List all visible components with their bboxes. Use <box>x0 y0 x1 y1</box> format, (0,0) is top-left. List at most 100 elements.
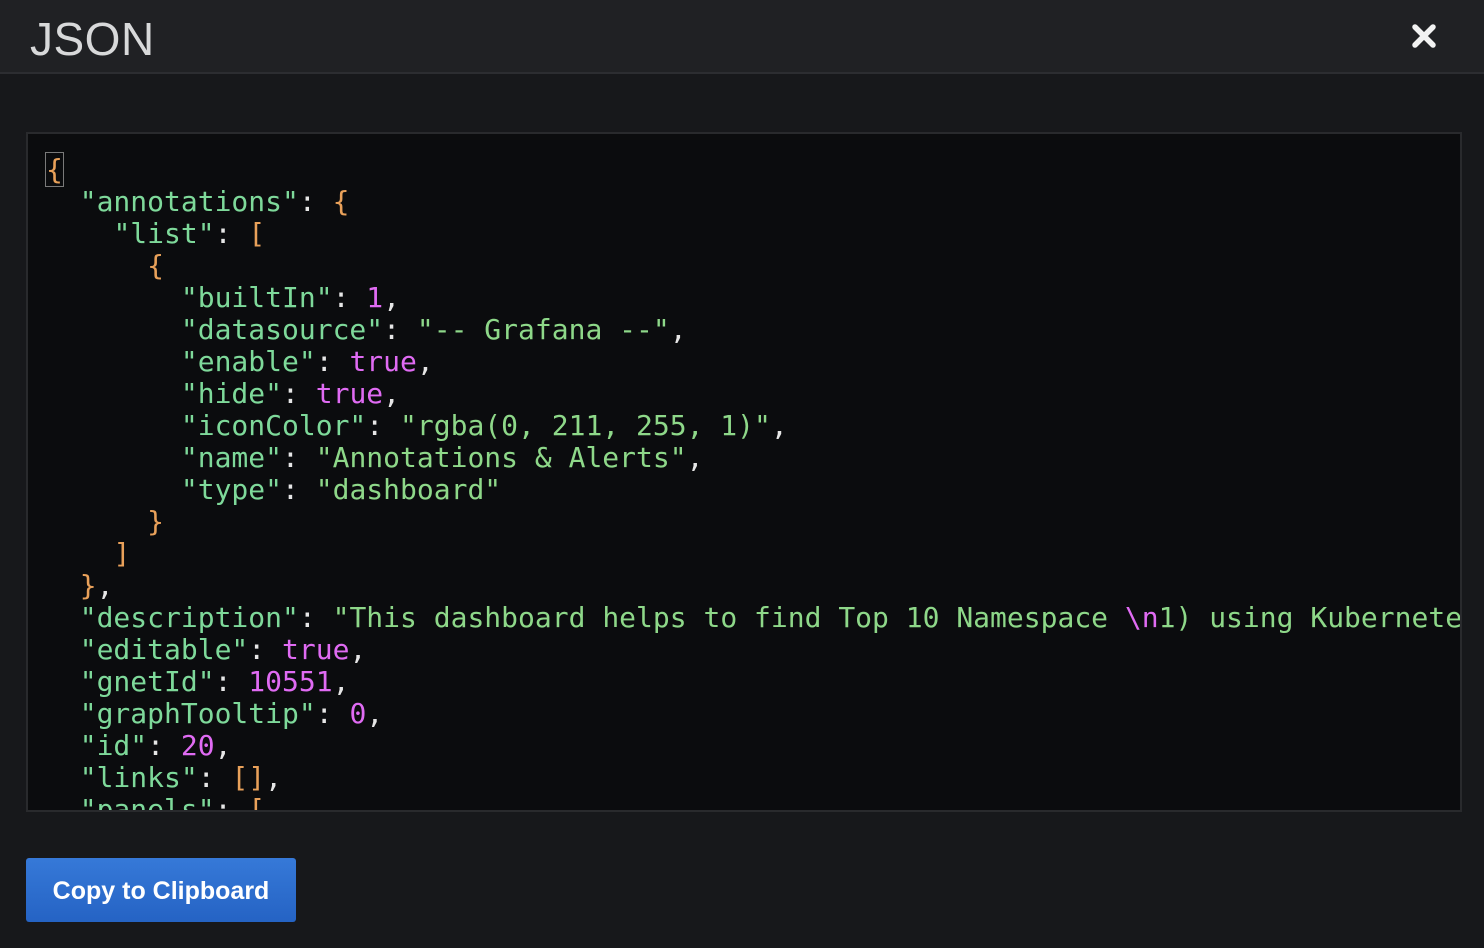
code-token: "annotations" <box>79 185 299 218</box>
code-token: "builtIn" <box>180 281 333 314</box>
code-line: ] <box>46 537 1460 570</box>
code-token: , <box>383 281 401 314</box>
code-line: "hide": true, <box>46 377 1460 410</box>
code-line: "links": [], <box>46 761 1460 794</box>
code-token: "enable" <box>180 345 316 378</box>
code-line: "graphTooltip": 0, <box>46 697 1460 730</box>
json-code: { "annotations": { "list": [ { "builtIn"… <box>45 152 1462 812</box>
json-editor[interactable]: { "annotations": { "list": [ { "builtIn"… <box>26 132 1462 812</box>
code-token: "This dashboard helps to find Top 10 Nam… <box>332 601 1125 634</box>
code-token: , <box>669 313 687 346</box>
code-token: "Annotations & Alerts" <box>315 441 687 474</box>
code-token: : <box>147 729 181 762</box>
code-token: 1) using Kubernetes <box>1158 601 1462 634</box>
code-token: "description" <box>79 601 299 634</box>
code-token: \n <box>1124 601 1159 634</box>
code-token: 20 <box>180 729 215 762</box>
code-token: "type" <box>180 473 283 506</box>
code-token: } <box>147 505 165 538</box>
copy-to-clipboard-button[interactable]: Copy to Clipboard <box>26 858 296 922</box>
code-token: : <box>214 793 249 812</box>
code-line: { <box>46 249 1460 282</box>
code-line: "description": "This dashboard helps to … <box>46 601 1462 634</box>
code-token: , <box>214 729 232 762</box>
code-token: 10551 <box>248 665 333 698</box>
code-token: : <box>282 441 316 474</box>
code-token: "name" <box>180 441 283 474</box>
code-token: , <box>770 409 788 442</box>
code-line: } <box>46 505 1460 538</box>
code-token: ] <box>113 537 131 570</box>
code-line: "builtIn": 1, <box>46 281 1460 314</box>
code-token: "links" <box>79 761 198 794</box>
code-token: "gnetId" <box>79 665 215 698</box>
code-token: : <box>298 185 333 218</box>
code-token: "hide" <box>180 377 283 410</box>
code-token: : <box>315 345 350 378</box>
code-token: , <box>366 697 384 730</box>
code-token: true <box>315 377 384 410</box>
code-token: [ <box>248 217 266 250</box>
code-token: [] <box>231 761 266 794</box>
code-token: } <box>79 569 97 602</box>
code-token: "iconColor" <box>180 409 367 442</box>
code-token: "graphTooltip" <box>79 697 316 730</box>
close-icon <box>1412 24 1436 48</box>
code-token: "id" <box>79 729 148 762</box>
code-line: "list": [ <box>46 217 1460 250</box>
code-token: , <box>383 377 401 410</box>
code-token: "rgba(0, 211, 255, 1)" <box>400 409 771 442</box>
code-token: , <box>686 441 704 474</box>
code-token: : <box>248 633 283 666</box>
code-line: "iconColor": "rgba(0, 211, 255, 1)", <box>46 409 1460 442</box>
code-token: 0 <box>349 697 367 730</box>
code-line: "panels": [ <box>46 793 1460 812</box>
code-token: : <box>214 217 249 250</box>
code-token: , <box>349 633 367 666</box>
code-line: "id": 20, <box>46 729 1460 762</box>
code-token: { <box>45 152 64 187</box>
code-token: true <box>282 633 350 666</box>
code-token: , <box>416 345 434 378</box>
code-line: }, <box>46 569 1460 602</box>
code-token: : <box>332 281 367 314</box>
code-token: 1 <box>366 281 384 314</box>
code-token: , <box>265 761 283 794</box>
code-token: : <box>282 473 316 506</box>
code-token: : <box>366 409 401 442</box>
modal-header: JSON <box>0 0 1484 74</box>
modal-title: JSON <box>30 13 155 65</box>
code-token: "panels" <box>79 793 215 812</box>
code-line: { <box>45 152 1460 187</box>
code-token: : <box>315 697 350 730</box>
code-token: { <box>332 185 350 218</box>
code-token: { <box>147 249 165 282</box>
code-token: , <box>332 665 350 698</box>
code-line: "datasource": "-- Grafana --", <box>46 313 1460 346</box>
code-token: [ <box>248 793 266 812</box>
close-button[interactable] <box>1406 18 1442 54</box>
code-line: "type": "dashboard" <box>46 473 1460 506</box>
code-line: "annotations": { <box>46 185 1460 218</box>
code-token: "editable" <box>79 633 249 666</box>
code-token: "list" <box>113 217 215 250</box>
code-token: : <box>214 665 249 698</box>
